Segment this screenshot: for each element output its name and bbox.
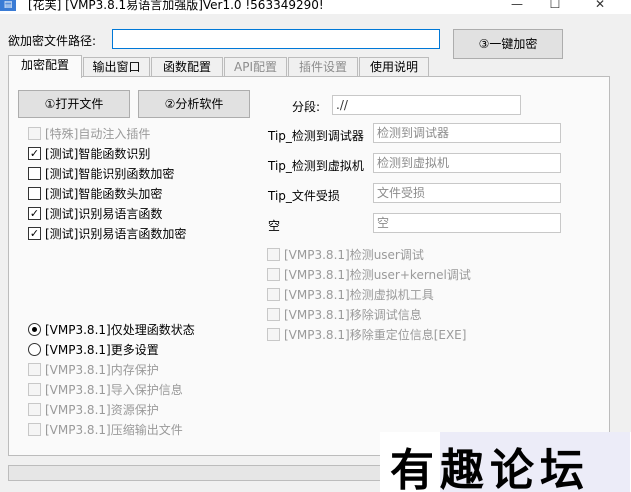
tip-vm-input[interactable]: 检测到虚拟机 bbox=[373, 153, 561, 173]
radio-selected[interactable] bbox=[28, 323, 41, 336]
checkbox[interactable] bbox=[267, 268, 280, 281]
tip-damaged-input[interactable]: 文件受损 bbox=[373, 183, 561, 203]
checkbox[interactable] bbox=[267, 288, 280, 301]
checkbox[interactable] bbox=[28, 363, 41, 376]
checkbox-checked[interactable]: ✓ bbox=[28, 227, 41, 240]
checkbox[interactable] bbox=[28, 167, 41, 180]
file-path-label: 欲加密文件路径: bbox=[8, 34, 97, 48]
empty-input[interactable]: 空 bbox=[373, 213, 561, 233]
close-button[interactable]: ✕ bbox=[585, 0, 615, 13]
tip-damaged-label: Tip_文件受损 bbox=[268, 189, 340, 203]
tab-api-config[interactable]: API配置 bbox=[224, 57, 287, 77]
tip-debugger-input[interactable]: 检测到调试器 bbox=[373, 123, 561, 143]
file-path-input[interactable] bbox=[112, 29, 440, 49]
checkbox-checked[interactable]: ✓ bbox=[28, 207, 41, 220]
app-icon: ▤ bbox=[0, 0, 16, 11]
checkbox-checked[interactable]: ✓ bbox=[28, 147, 41, 160]
analyze-software-button[interactable]: ②分析软件 bbox=[138, 90, 250, 118]
window-title: [花芙] [VMP3.8.1易语言加强版]Ver1.0 !563349290! bbox=[28, 0, 324, 12]
segment-input[interactable]: .// bbox=[332, 95, 521, 115]
minimize-button[interactable]: — bbox=[502, 0, 532, 13]
tip-debugger-label: Tip_检测到调试器 bbox=[268, 129, 364, 143]
checkbox[interactable] bbox=[28, 403, 41, 416]
segment-label: 分段: bbox=[292, 100, 321, 114]
title-bar: ▤ [花芙] [VMP3.8.1易语言加强版]Ver1.0 !563349290… bbox=[0, 0, 631, 14]
radio-unselected[interactable] bbox=[28, 343, 41, 356]
one-click-encrypt-button[interactable]: ③一键加密 bbox=[453, 29, 563, 59]
checkbox[interactable] bbox=[28, 383, 41, 396]
checkbox[interactable] bbox=[28, 187, 41, 200]
checkbox[interactable] bbox=[267, 248, 280, 261]
tab-plugin-settings[interactable]: 插件设置 bbox=[288, 57, 358, 77]
maximize-button[interactable]: ☐ bbox=[540, 0, 570, 13]
checkbox[interactable] bbox=[28, 423, 41, 436]
tab-encrypt-config[interactable]: 加密配置 bbox=[8, 55, 82, 78]
checkbox[interactable] bbox=[267, 328, 280, 341]
checkbox[interactable] bbox=[267, 308, 280, 321]
open-file-button[interactable]: ①打开文件 bbox=[18, 90, 130, 118]
checkbox[interactable] bbox=[28, 127, 41, 140]
tab-function-config[interactable]: 函数配置 bbox=[151, 57, 223, 77]
empty-label: 空 bbox=[268, 219, 281, 233]
tip-vm-label: Tip_检测到虚拟机 bbox=[268, 159, 364, 173]
tab-instructions[interactable]: 使用说明 bbox=[359, 57, 429, 77]
tab-output-window[interactable]: 输出窗口 bbox=[83, 57, 150, 77]
watermark-text: 有趣论坛 bbox=[390, 445, 590, 492]
